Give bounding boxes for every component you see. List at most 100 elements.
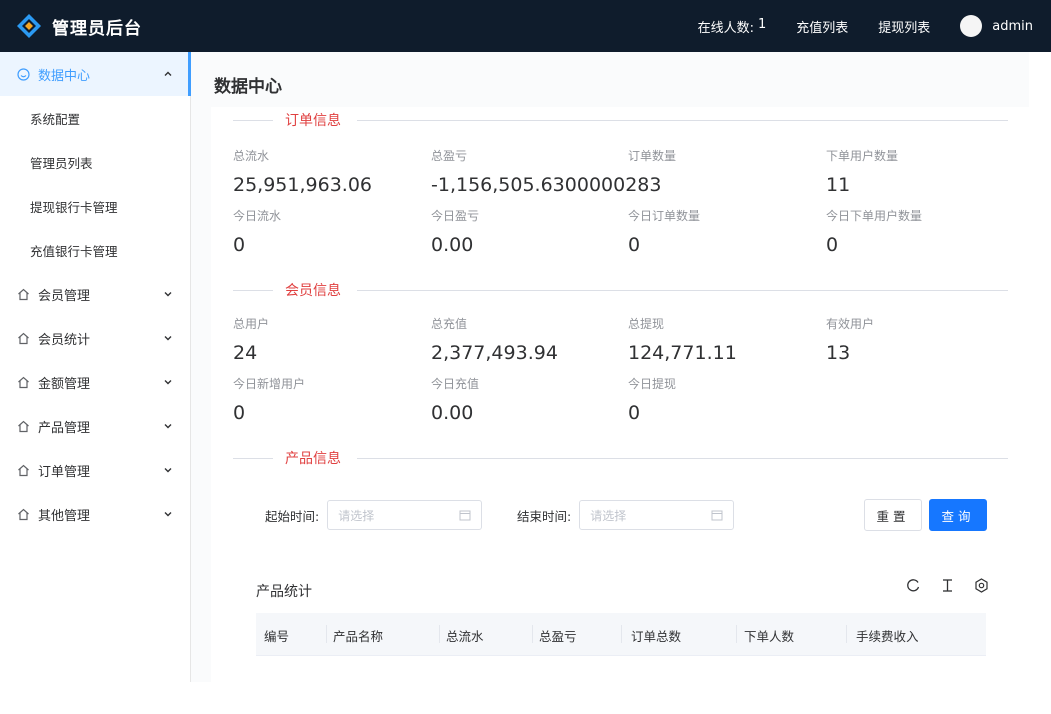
- divider: [233, 458, 273, 459]
- divider: [736, 625, 737, 643]
- sidebar-item-member-management[interactable]: 会员管理: [0, 272, 190, 316]
- stat-label: 下单用户数量: [826, 149, 899, 163]
- members-section-header: 会员信息: [233, 280, 1008, 300]
- stat-value: 2,377,493.94: [431, 342, 558, 364]
- sidebar-item-product-management[interactable]: 产品管理: [0, 404, 190, 448]
- end-date-placeholder: 请选择: [590, 508, 627, 523]
- chevron-down-icon: [164, 380, 172, 385]
- orders-section-header: 订单信息: [233, 110, 1008, 130]
- stat-label: 有效用户: [826, 317, 875, 331]
- main-content: 数据中心 订单信息 总流水 25,951,963.06 总盈亏 -1,156,5…: [191, 52, 1029, 682]
- stat-label: 今日订单数量: [628, 209, 701, 223]
- stat-total-users: 总用户 24: [233, 315, 423, 364]
- stat-label: 总流水: [233, 149, 270, 163]
- sidebar-subitem-withdraw-bank[interactable]: 提现银行卡管理: [0, 184, 190, 228]
- column-header: 下单人数: [744, 629, 795, 644]
- chevron-up-icon: [164, 71, 172, 76]
- page-title: 数据中心: [214, 77, 282, 97]
- column-header: 产品名称: [333, 629, 384, 644]
- home-icon: [16, 507, 30, 521]
- sidebar-item-other-management[interactable]: 其他管理: [0, 492, 190, 536]
- stat-label: 今日充值: [431, 377, 480, 391]
- stat-today-turnover: 今日流水 0: [233, 207, 423, 256]
- product-table-header: 编号 产品名称 总流水 总盈亏 订单总数 下单人数 手续费收入: [256, 613, 986, 656]
- stat-value: 11: [826, 174, 851, 196]
- end-date-picker[interactable]: 请选择: [579, 500, 735, 530]
- stat-value: 0.00: [431, 402, 474, 424]
- stat-label: 总用户: [233, 317, 270, 331]
- divider: [439, 625, 440, 643]
- sidebar-item-order-management[interactable]: 订单管理: [0, 448, 190, 492]
- reset-button[interactable]: 重置: [864, 499, 922, 531]
- stat-today-ordering-users: 今日下单用户数量 0: [826, 207, 1016, 256]
- stat-value: 13: [826, 342, 851, 364]
- avatar: [960, 15, 983, 37]
- stat-total-profit-loss: 总盈亏 -1,156,505.6300000283: [431, 147, 662, 196]
- stat-value: 0: [826, 234, 839, 256]
- products-section-title: 产品信息: [285, 451, 341, 467]
- start-time-filter: 起始时间: 请选择: [265, 499, 483, 531]
- sidebar-subitem-system-config[interactable]: 系统配置: [0, 96, 190, 140]
- start-date-placeholder: 请选择: [338, 508, 375, 523]
- home-icon: [16, 419, 30, 433]
- top-actions: 在线人数: 1 充值列表 提现列表 admin: [698, 0, 1033, 52]
- recharge-list-link[interactable]: 充值列表: [796, 17, 848, 36]
- stat-active-users: 有效用户 13: [826, 315, 1016, 364]
- sidebar-item-label: 会员管理: [38, 288, 91, 304]
- column-height-icon[interactable]: [939, 577, 955, 593]
- stat-label: 今日提现: [628, 377, 677, 391]
- sidebar-subitem-recharge-bank[interactable]: 充值银行卡管理: [0, 228, 190, 272]
- stat-label: 订单数量: [628, 149, 677, 163]
- stat-order-count: 订单数量: [628, 147, 818, 164]
- username: admin: [992, 18, 1033, 34]
- app-title: 管理员后台: [52, 18, 142, 39]
- online-label: 在线人数:: [697, 20, 754, 36]
- stat-today-profit-loss: 今日盈亏 0.00: [431, 207, 621, 256]
- chevron-down-icon: [164, 512, 172, 517]
- settings-icon[interactable]: [973, 577, 989, 593]
- divider: [357, 458, 1008, 459]
- sidebar-item-data-center[interactable]: 数据中心: [0, 52, 191, 96]
- stat-value: 0: [233, 402, 246, 424]
- sidebar-item-label: 其他管理: [38, 508, 91, 524]
- start-date-picker[interactable]: 请选择: [327, 500, 483, 530]
- orders-section-title: 订单信息: [285, 113, 341, 129]
- brand[interactable]: 管理员后台: [16, 13, 142, 39]
- start-time-label: 起始时间:: [265, 508, 320, 524]
- stat-total-withdraw: 总提现 124,771.11: [628, 315, 818, 364]
- product-stats-title: 产品统计: [256, 584, 312, 600]
- stat-label: 总充值: [431, 317, 468, 331]
- chevron-down-icon: [164, 336, 172, 341]
- sidebar-item-member-stats[interactable]: 会员统计: [0, 316, 190, 360]
- divider: [621, 625, 622, 643]
- members-section-title: 会员信息: [285, 283, 341, 299]
- sidebar-item-label: 会员统计: [38, 332, 91, 348]
- query-button[interactable]: 查询: [929, 499, 987, 531]
- stat-value: -1,156,505.6300000283: [431, 174, 662, 196]
- chevron-down-icon: [164, 292, 172, 297]
- stat-ordering-users: 下单用户数量 11: [826, 147, 1016, 196]
- stat-today-recharge: 今日充值 0.00: [431, 375, 621, 424]
- sidebar-item-amount-management[interactable]: 金额管理: [0, 360, 190, 404]
- sidebar-item-label: 订单管理: [38, 464, 91, 480]
- sidebar-subitem-admin-list[interactable]: 管理员列表: [0, 140, 190, 184]
- chevron-down-icon: [164, 424, 172, 429]
- stat-label: 今日新增用户: [233, 377, 306, 391]
- column-header: 总流水: [446, 629, 484, 644]
- column-header: 手续费收入: [856, 629, 919, 644]
- withdraw-list-link[interactable]: 提现列表: [878, 17, 930, 36]
- user-menu[interactable]: admin: [960, 15, 1033, 37]
- divider: [357, 120, 1008, 121]
- sidebar-item-label: 产品管理: [38, 420, 91, 436]
- end-time-label: 结束时间:: [517, 508, 572, 524]
- stat-today-new-users: 今日新增用户 0: [233, 375, 423, 424]
- stat-today-withdraw: 今日提现 0: [628, 375, 818, 424]
- calendar-icon: [459, 510, 471, 521]
- logo-icon: [17, 14, 41, 38]
- refresh-icon[interactable]: [905, 577, 921, 593]
- online-count: 在线人数: 1: [698, 17, 767, 36]
- divider: [357, 290, 1008, 291]
- sidebar-item-label: 金额管理: [38, 376, 91, 392]
- products-section-header: 产品信息: [233, 448, 1008, 468]
- online-value: 1: [757, 16, 767, 32]
